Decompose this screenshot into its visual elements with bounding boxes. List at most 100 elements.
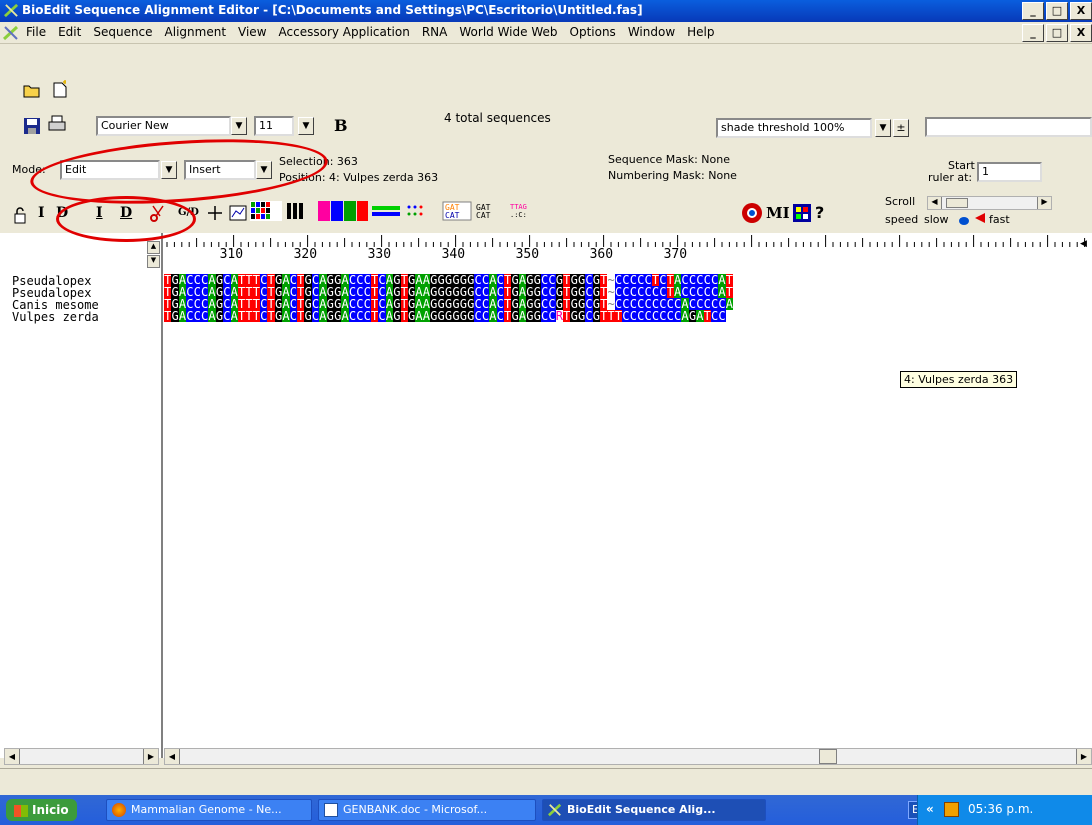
base-cell[interactable]: C [193, 310, 201, 322]
menu-options[interactable]: Options [564, 25, 622, 39]
search-input[interactable] [925, 117, 1092, 137]
base-cell[interactable]: A [208, 310, 216, 322]
name-divider[interactable] [161, 233, 163, 758]
consensus-icon[interactable]: TTAG .:C: [508, 201, 532, 221]
base-cell[interactable]: T [503, 310, 512, 322]
task-genbank-doc[interactable]: GENBANK.doc - Microsof... [318, 799, 536, 821]
base-cell[interactable]: G [688, 310, 697, 322]
document-icon[interactable] [3, 25, 19, 41]
base-cell[interactable]: C [622, 310, 630, 322]
base-cell[interactable]: T [607, 310, 615, 322]
base-cell[interactable]: G [274, 310, 283, 322]
base-cell[interactable]: C [540, 310, 549, 322]
scroll-thumb[interactable] [819, 749, 837, 764]
base-cell[interactable]: G [577, 310, 586, 322]
base-cell[interactable]: T [563, 310, 571, 322]
menu-file[interactable]: File [20, 25, 52, 39]
sequence-row[interactable]: TGACCCAGCATTTCTGACTGCAGGACCCTCAGTGAAGGGG… [164, 310, 726, 322]
chart-icon[interactable] [228, 203, 248, 223]
base-cell[interactable]: C [637, 310, 645, 322]
scroll-up-button[interactable]: ▲ [147, 241, 160, 254]
doc-restore-button[interactable]: □ [1046, 24, 1068, 42]
base-cell[interactable]: G [171, 310, 179, 322]
base-cell[interactable]: C [474, 310, 482, 322]
base-cell[interactable]: A [230, 310, 238, 322]
base-cell[interactable]: C [718, 310, 726, 322]
base-cell[interactable]: A [489, 310, 497, 322]
font-name-select[interactable]: Courier New [96, 116, 231, 136]
base-cell[interactable]: G [437, 310, 445, 322]
menu-edit[interactable]: Edit [52, 25, 87, 39]
base-cell[interactable]: A [319, 310, 327, 322]
base-cell[interactable]: C [629, 310, 637, 322]
tray-expand-button[interactable]: « [926, 802, 934, 816]
task-bioedit[interactable]: BioEdit Sequence Alig... [542, 799, 766, 821]
font-size-select[interactable]: 11 [254, 116, 294, 136]
base-cell[interactable]: A [178, 310, 187, 322]
threshold-stepper[interactable]: ± [893, 119, 909, 137]
base-cell[interactable]: T [600, 310, 608, 322]
new-file-icon[interactable] [50, 80, 70, 100]
base-cell[interactable]: T [400, 310, 408, 322]
menu-rna[interactable]: RNA [416, 25, 454, 39]
base-cell[interactable]: C [710, 310, 719, 322]
base-cell[interactable]: G [444, 310, 453, 322]
base-cell[interactable]: G [215, 310, 224, 322]
doc-minimize-button[interactable]: _ [1022, 24, 1044, 42]
base-cell[interactable]: A [696, 310, 704, 322]
base-cell[interactable]: C [363, 310, 371, 322]
help-icon[interactable]: ? [815, 203, 824, 222]
base-cell[interactable]: C [496, 310, 504, 322]
base-cell[interactable]: T [237, 310, 246, 322]
color-sequence-icon[interactable] [250, 201, 282, 221]
base-cell[interactable]: T [164, 310, 172, 322]
gat-box-icon[interactable]: GAT CAT [442, 201, 472, 221]
menu-accessory-application[interactable]: Accessory Application [273, 25, 416, 39]
gat-plain-icon[interactable]: GAT CAT [474, 201, 504, 221]
lock-icon[interactable] [10, 205, 30, 225]
bold-button[interactable]: B [334, 116, 348, 135]
lifebuoy-icon[interactable] [740, 201, 764, 225]
insert-mode-button[interactable]: I [38, 205, 45, 221]
ruler-scroll-icon[interactable]: ◀ [1080, 239, 1090, 251]
sequence-hscrollbar[interactable]: ◀ ▶ [164, 748, 1092, 765]
base-cell[interactable]: A [282, 310, 290, 322]
menu-help[interactable]: Help [681, 25, 720, 39]
base-cell[interactable]: C [651, 310, 660, 322]
base-cell[interactable]: C [666, 310, 674, 322]
title-bar[interactable]: BioEdit Sequence Alignment Editor - [C:\… [0, 0, 1092, 22]
base-cell[interactable]: C [481, 310, 490, 322]
dots-icon[interactable] [404, 201, 434, 221]
font-size-dropdown-icon[interactable]: ▼ [298, 117, 314, 135]
minimize-button[interactable]: _ [1022, 2, 1044, 20]
task-mammalian-genome[interactable]: Mammalian Genome - Ne... [106, 799, 312, 821]
menu-window[interactable]: Window [622, 25, 681, 39]
menu-alignment[interactable]: Alignment [159, 25, 232, 39]
base-cell[interactable]: G [570, 310, 578, 322]
base-cell[interactable]: C [548, 310, 556, 322]
base-cell[interactable]: C [644, 310, 652, 322]
scroll-speed-slider[interactable]: ◀ ▶ [927, 196, 1052, 210]
base-cell[interactable]: C [223, 310, 231, 322]
base-cell[interactable]: C [311, 310, 320, 322]
base-cell[interactable]: G [526, 310, 534, 322]
base-cell[interactable]: C [673, 310, 682, 322]
font-name-dropdown-icon[interactable]: ▼ [231, 117, 247, 135]
base-cell[interactable]: A [385, 310, 394, 322]
base-cell[interactable]: G [533, 310, 541, 322]
base-cell[interactable]: T [252, 310, 261, 322]
base-cell[interactable]: C [659, 310, 667, 322]
base-cell[interactable]: G [430, 310, 438, 322]
bars-icon[interactable] [285, 201, 309, 221]
base-cell[interactable]: A [725, 298, 734, 310]
highlight-icon[interactable] [372, 201, 400, 221]
base-cell[interactable]: A [415, 310, 423, 322]
tray-app-icon[interactable] [944, 802, 959, 817]
base-cell[interactable]: G [333, 310, 342, 322]
start-button[interactable]: Inicio [6, 799, 77, 821]
base-cell[interactable]: G [592, 310, 601, 322]
base-cell[interactable]: A [518, 310, 527, 322]
base-cell[interactable]: G [459, 310, 468, 322]
base-cell[interactable]: C [585, 310, 593, 322]
base-cell[interactable]: C [348, 310, 357, 322]
